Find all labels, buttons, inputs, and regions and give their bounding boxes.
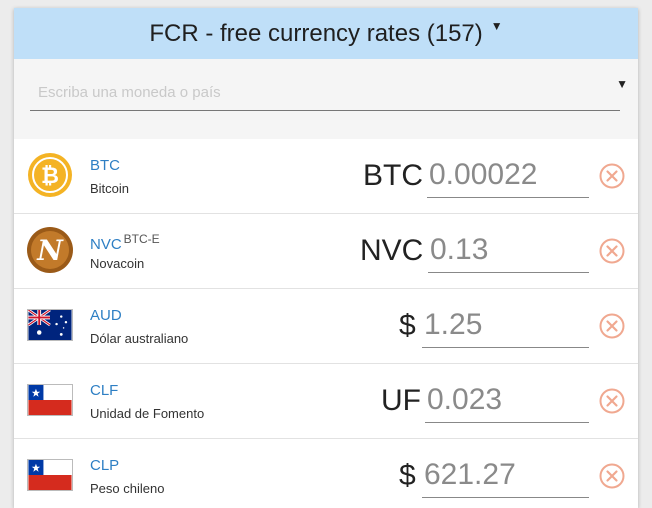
currency-name: Dólar australiano — [90, 331, 189, 346]
currency-search-input[interactable] — [30, 75, 620, 111]
search-bar: ▼ — [14, 59, 638, 139]
currency-symbol: $ — [399, 309, 416, 342]
currency-code-text: NVC — [90, 236, 122, 253]
currency-row-aud: AUD Dólar australiano $ — [14, 289, 638, 364]
currency-name: Peso chileno — [90, 481, 165, 496]
amount-input[interactable] — [425, 378, 589, 423]
dropdown-caret-icon[interactable]: ▼ — [616, 77, 628, 91]
novacoin-icon: N — [26, 226, 74, 274]
currency-code: AUD — [90, 307, 122, 324]
currency-row-clp: CLP Peso chileno $ — [14, 439, 638, 508]
currency-name: Novacoin — [90, 256, 145, 271]
amount-input[interactable] — [422, 453, 589, 498]
remove-currency-button[interactable] — [599, 463, 625, 489]
app-window: FCR - free currency rates (157) ▼ ▼ ₿ BT… — [14, 8, 638, 508]
currency-code: CLF — [90, 382, 119, 399]
currency-symbol: BTC — [363, 159, 423, 192]
amount-input[interactable] — [427, 153, 589, 198]
remove-currency-button[interactable] — [599, 163, 625, 189]
currency-row-clf: CLF Unidad de Fomento UF — [14, 364, 638, 439]
currency-symbol: NVC — [360, 234, 424, 267]
page-title: FCR - free currency rates (157) — [149, 19, 483, 47]
currency-name: Unidad de Fomento — [90, 406, 205, 421]
amount-input[interactable] — [428, 228, 589, 273]
chile-flag-icon — [26, 451, 74, 499]
exchange-label: BTC-E — [123, 232, 160, 246]
caret-down-icon: ▼ — [490, 18, 503, 33]
remove-currency-button[interactable] — [599, 313, 625, 339]
bitcoin-icon: ₿ — [26, 151, 74, 199]
remove-currency-button[interactable] — [599, 388, 625, 414]
currency-row-nvc: N NVC BTC-E Novacoin NVC — [14, 214, 638, 289]
currency-symbol: $ — [399, 459, 416, 492]
australia-flag-icon — [26, 301, 74, 349]
currency-name: Bitcoin — [90, 181, 130, 196]
currency-code: BTC — [90, 157, 120, 174]
svg-text:₿: ₿ — [41, 164, 59, 189]
svg-text:N: N — [36, 234, 64, 267]
currency-list-header[interactable]: FCR - free currency rates (157) ▼ — [14, 8, 638, 59]
currency-code: NVC BTC-E — [90, 232, 160, 253]
currency-code: CLP — [90, 457, 120, 474]
currency-symbol: UF — [381, 384, 421, 417]
chile-flag-icon — [26, 376, 74, 424]
remove-currency-button[interactable] — [599, 238, 625, 264]
amount-input[interactable] — [422, 303, 589, 348]
currency-row-btc: ₿ BTC Bitcoin BTC — [14, 139, 638, 214]
